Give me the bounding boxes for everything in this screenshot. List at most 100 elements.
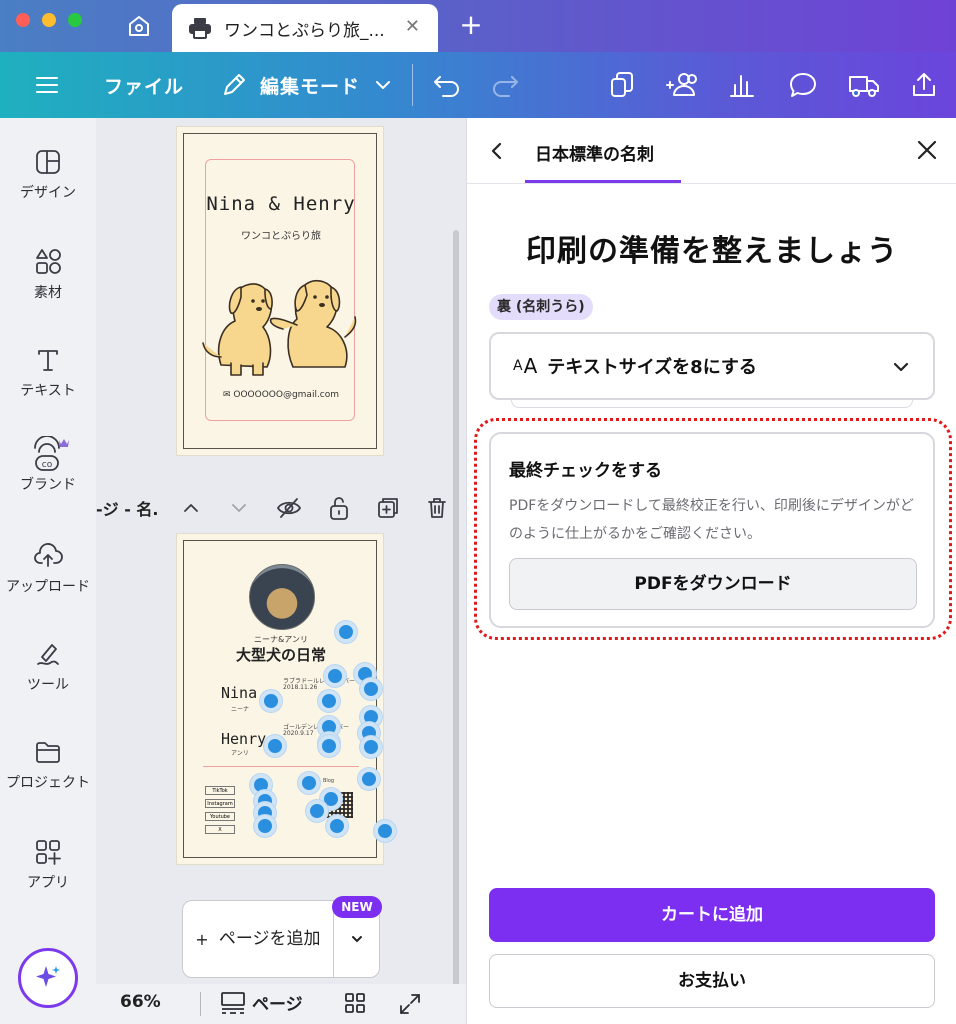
element-handle[interactable] xyxy=(318,735,340,757)
social-label: TikTok xyxy=(205,786,235,795)
share-button[interactable] xyxy=(910,52,938,118)
business-card-front[interactable]: Nina & Henry ワンコとぷらり旅 ✉ OOOOOOO@gmail.co… xyxy=(176,126,384,456)
sidebar-item-projects[interactable]: プロジェクト xyxy=(0,738,96,818)
element-handle[interactable] xyxy=(360,736,382,758)
redo-button[interactable] xyxy=(490,52,520,118)
chevron-down-icon xyxy=(376,81,391,89)
sidebar-item-apps[interactable]: アプリ xyxy=(0,838,96,918)
sidebar-item-uploads[interactable]: アップロード xyxy=(0,542,96,622)
element-handle[interactable] xyxy=(264,735,286,757)
pages-label: ページ xyxy=(252,995,303,1015)
sidebar-item-text[interactable]: テキスト xyxy=(0,346,96,426)
hide-eye-icon[interactable] xyxy=(276,496,302,520)
title-bar: ワンコとぷらり旅_... ✕ + xyxy=(0,0,956,52)
duplicate-page-icon[interactable] xyxy=(376,496,400,520)
design-canvas[interactable]: Nina & Henry ワンコとぷらり旅 ✉ OOOOOOO@gmail.co… xyxy=(96,118,466,1024)
share-people-button[interactable] xyxy=(664,52,700,118)
close-window-button[interactable] xyxy=(16,13,30,27)
chevron-down-icon[interactable] xyxy=(228,497,250,519)
sidebar-item-label: アプリ xyxy=(27,875,69,891)
insights-button[interactable] xyxy=(728,52,756,118)
undo-button[interactable] xyxy=(432,52,462,118)
hamburger-icon xyxy=(36,77,58,93)
add-page-button[interactable]: + ページを追加 xyxy=(183,901,333,977)
sidebar-item-label: ツール xyxy=(27,677,69,693)
brand-icon: co xyxy=(34,436,69,471)
element-handle[interactable] xyxy=(335,621,357,643)
dogs-illustration xyxy=(202,279,357,376)
chevron-up-icon[interactable] xyxy=(180,497,202,519)
card-side-badge: 裏 (名刺うら) xyxy=(489,294,593,320)
zoom-level[interactable]: 66% xyxy=(120,992,161,1012)
home-tab[interactable] xyxy=(116,6,162,46)
sidebar-item-label: ブランド xyxy=(20,477,76,493)
left-sidebar: デザイン 素材 テキスト co ブランド アップロード ツール プロジェクト ア xyxy=(0,118,96,1024)
canvas-scrollbar[interactable] xyxy=(453,230,459,1024)
undo-icon xyxy=(434,76,459,97)
print-delivery-button[interactable] xyxy=(848,52,880,118)
truck-icon xyxy=(849,76,879,97)
page-title-label[interactable]: -ジ - 名. xyxy=(96,496,159,520)
element-handle[interactable] xyxy=(260,690,282,712)
file-menu-button[interactable]: ファイル xyxy=(104,52,184,118)
page-controls: -ジ - 名. xyxy=(96,490,466,526)
lock-icon[interactable] xyxy=(328,495,350,521)
sidebar-item-elements[interactable]: 素材 xyxy=(0,248,96,328)
dog-date-1: 2018.11.26 xyxy=(283,684,318,691)
element-handle[interactable] xyxy=(298,772,320,794)
shapes-icon xyxy=(36,249,61,274)
element-handle[interactable] xyxy=(326,815,348,837)
minimize-window-button[interactable] xyxy=(42,13,56,27)
menu-button[interactable] xyxy=(34,52,60,118)
close-tab-icon[interactable]: ✕ xyxy=(405,16,420,37)
add-page-label: ページを追加 xyxy=(218,929,321,949)
divider xyxy=(203,766,359,767)
sidebar-item-label: プロジェクト xyxy=(6,775,90,791)
add-to-cart-button[interactable]: カートに追加 xyxy=(489,888,935,942)
social-label: Instagram xyxy=(205,799,235,808)
element-handle[interactable] xyxy=(318,690,340,712)
checkout-button[interactable]: お支払い xyxy=(489,954,935,1008)
accordion-stack-edge xyxy=(511,400,913,408)
text-size-accordion[interactable]: A A テキストサイズを8にする xyxy=(489,332,935,400)
plus-icon: + xyxy=(195,929,209,949)
new-tab-button[interactable]: + xyxy=(456,10,486,40)
dog-date-2: 2020.9.17 xyxy=(283,730,314,737)
bottom-divider xyxy=(200,992,201,1016)
document-tab[interactable]: ワンコとぷらり旅_... ✕ xyxy=(172,4,438,52)
sidebar-item-brand[interactable]: co ブランド xyxy=(0,436,96,516)
element-handle[interactable] xyxy=(374,820,396,842)
element-handle[interactable] xyxy=(360,678,382,700)
pages-toggle-button[interactable]: ページ xyxy=(220,990,303,1015)
social-label: Youtube xyxy=(205,812,235,821)
editor-toolbar: ファイル 編集モード xyxy=(0,52,956,118)
dog-name-1: Nina xyxy=(221,684,258,702)
zoom-window-button[interactable] xyxy=(68,13,82,27)
active-tab-indicator xyxy=(525,180,681,183)
close-icon[interactable] xyxy=(915,138,939,162)
edit-mode-button[interactable]: 編集モード xyxy=(220,52,394,118)
element-handle[interactable] xyxy=(324,665,346,687)
bottom-bar: 66% ページ xyxy=(96,984,466,1024)
grid-view-icon[interactable] xyxy=(344,992,366,1014)
chevron-down-icon xyxy=(893,362,909,372)
panel-tab-title[interactable]: 日本標準の名刺 xyxy=(535,140,654,165)
sidebar-item-label: デザイン xyxy=(20,185,76,201)
element-handle[interactable] xyxy=(358,768,380,790)
blog-label: Blog xyxy=(323,778,335,784)
element-handle[interactable] xyxy=(306,800,328,822)
document-tab-title: ワンコとぷらり旅_... xyxy=(224,20,385,41)
dog-name-2: Henry xyxy=(221,730,267,748)
comment-button[interactable] xyxy=(788,52,818,118)
element-handle[interactable] xyxy=(254,815,276,837)
card-email: ✉ OOOOOOO@gmail.com xyxy=(222,390,340,400)
magic-assistant-button[interactable] xyxy=(18,948,78,1008)
redo-icon xyxy=(493,76,518,97)
sidebar-item-design[interactable]: デザイン xyxy=(0,148,96,228)
fullscreen-icon[interactable] xyxy=(398,992,422,1016)
back-chevron-icon[interactable] xyxy=(487,140,507,162)
sidebar-item-tools[interactable]: ツール xyxy=(0,640,96,720)
copy-button[interactable] xyxy=(608,52,636,118)
upload-icon xyxy=(34,543,63,567)
trash-icon[interactable] xyxy=(426,496,448,520)
